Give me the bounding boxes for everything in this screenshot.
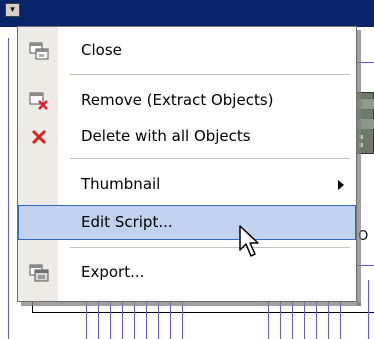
diagram-bar	[280, 302, 281, 339]
diagram-line	[32, 312, 374, 313]
context-menu: Close Remove (Extract Objects) Delete wi…	[17, 26, 357, 302]
diagram-bar	[182, 302, 183, 339]
close-window-icon	[29, 42, 49, 60]
remove-extract-icon	[29, 92, 49, 110]
menu-item-thumbnail[interactable]: Thumbnail	[18, 167, 356, 202]
menu-item-label: Close	[81, 41, 122, 59]
diagram-bar	[134, 302, 135, 339]
menu-item-label: Delete with all Objects	[81, 127, 251, 145]
diagram-line	[368, 280, 369, 339]
diagram-bar	[268, 302, 269, 339]
menu-separator	[70, 74, 350, 75]
diagram-bar	[158, 302, 159, 339]
diagram-bar	[170, 302, 171, 339]
menu-item-close[interactable]: Close	[18, 33, 356, 68]
menu-item-edit-script[interactable]: Edit Script...	[18, 205, 356, 240]
menu-item-label: Thumbnail	[81, 175, 161, 193]
diagram-bar	[86, 302, 87, 339]
diagram-bar	[316, 302, 317, 339]
diagram-bar	[304, 302, 305, 339]
menu-item-label: Export...	[81, 263, 145, 281]
menu-separator	[70, 158, 350, 159]
diagram-bar	[328, 302, 329, 339]
diagram-line	[8, 38, 9, 339]
menu-item-label: Remove (Extract Objects)	[81, 91, 274, 109]
window-titlebar: ▾	[0, 0, 374, 27]
diagram-bar	[122, 302, 123, 339]
delete-x-icon	[29, 128, 49, 146]
diagram-bar	[110, 302, 111, 339]
export-icon	[29, 264, 49, 282]
diagram-bar	[292, 302, 293, 339]
menu-item-export[interactable]: Export...	[18, 255, 356, 290]
diagram-bar	[98, 302, 99, 339]
menu-shadow	[21, 302, 361, 306]
menu-item-delete-with-all-objects[interactable]: Delete with all Objects	[18, 119, 356, 154]
menu-item-label: Edit Script...	[81, 213, 173, 231]
mouse-cursor-icon	[238, 224, 264, 260]
menu-separator	[70, 247, 350, 248]
menu-shadow	[357, 30, 361, 306]
diagram-bar	[146, 302, 147, 339]
window-menu-icon[interactable]: ▾	[5, 3, 20, 17]
diagram-bar	[340, 302, 341, 339]
menu-item-remove-extract-objects[interactable]: Remove (Extract Objects)	[18, 83, 356, 118]
submenu-arrow-icon	[338, 180, 344, 190]
